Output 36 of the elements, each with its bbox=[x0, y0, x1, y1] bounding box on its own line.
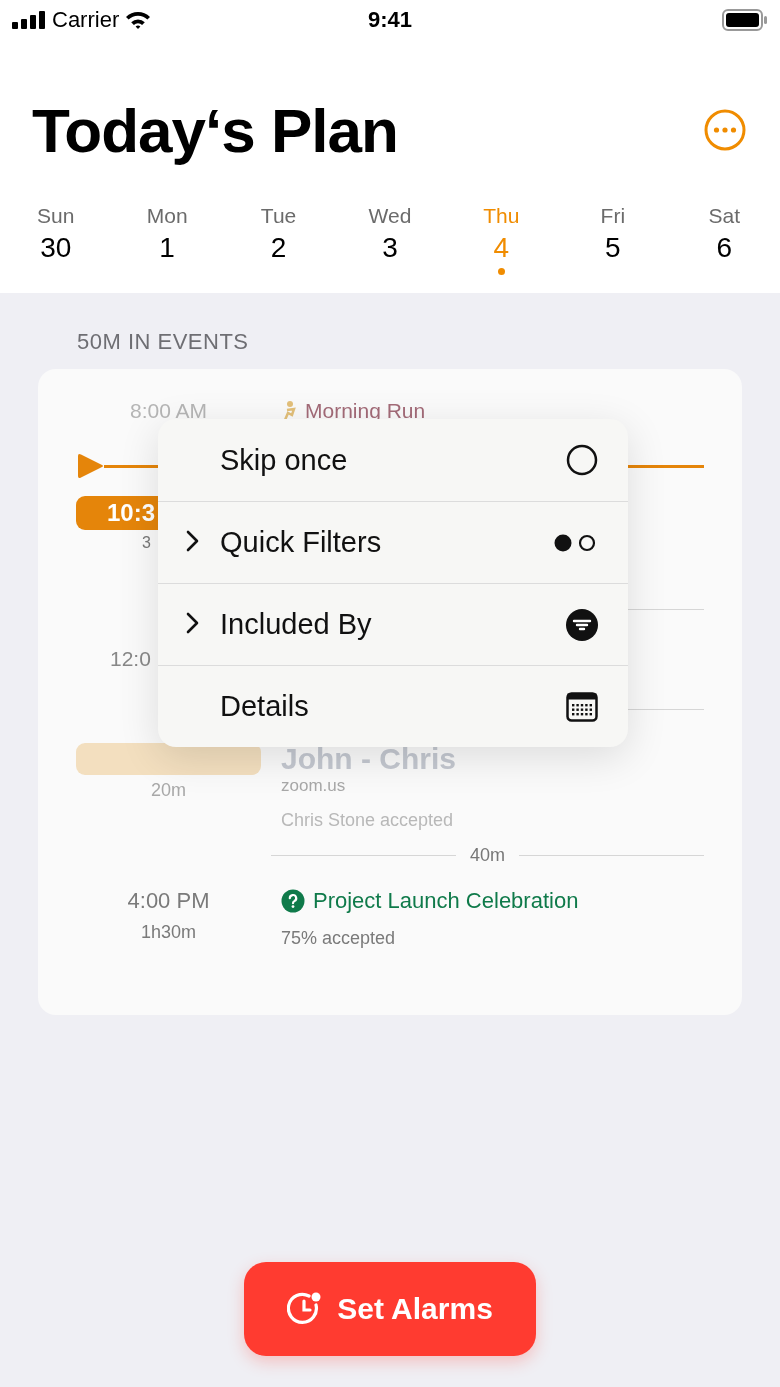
clock-time: 9:41 bbox=[367, 7, 412, 32]
chevron-icon bbox=[186, 530, 200, 552]
battery-icon bbox=[722, 9, 768, 31]
event-title[interactable]: Project Launch Celebration bbox=[313, 888, 579, 914]
day-tab[interactable]: Fri 5 bbox=[557, 204, 669, 275]
menu-item[interactable]: Included By bbox=[158, 583, 628, 665]
time-note: 3 bbox=[142, 534, 151, 552]
event-time: 12:0 bbox=[110, 647, 152, 671]
page-title: Today‘s Plan bbox=[32, 94, 398, 166]
filter-icon bbox=[566, 608, 598, 641]
event-status: Chris Stone accepted bbox=[281, 810, 455, 831]
carrier-name: Carrier bbox=[52, 7, 120, 33]
circle-icon bbox=[566, 444, 598, 476]
set-alarms-button[interactable]: Set Alarms bbox=[244, 1262, 536, 1356]
day-tab[interactable]: Sun 30 bbox=[0, 204, 112, 275]
wifi-icon bbox=[125, 10, 152, 30]
event-duration: 20m bbox=[151, 780, 186, 801]
question-icon bbox=[281, 889, 305, 913]
event-duration: 1h30m bbox=[140, 922, 196, 943]
event-location: zoom.us bbox=[281, 776, 347, 796]
menu-item[interactable]: Details bbox=[158, 665, 628, 747]
event-time: 4:00 PM bbox=[127, 888, 210, 914]
dots-icon bbox=[554, 532, 598, 553]
event-status: 75% accepted bbox=[281, 928, 397, 949]
calendar-icon bbox=[566, 691, 598, 722]
summary-label: 50M IN EVENTS bbox=[77, 329, 250, 355]
day-tab[interactable]: Wed 3 bbox=[334, 204, 446, 275]
signal-icon bbox=[12, 11, 46, 29]
menu-item[interactable]: Quick Filters bbox=[158, 501, 628, 583]
chevron-icon bbox=[186, 612, 200, 634]
day-tab[interactable]: Mon 1 bbox=[111, 204, 223, 275]
gap-duration: 40m bbox=[470, 845, 505, 866]
day-tab[interactable]: Tue 2 bbox=[222, 204, 335, 275]
runner-icon bbox=[281, 401, 297, 421]
day-tab[interactable]: Sat 6 bbox=[668, 204, 780, 275]
more-icon[interactable] bbox=[704, 109, 746, 151]
